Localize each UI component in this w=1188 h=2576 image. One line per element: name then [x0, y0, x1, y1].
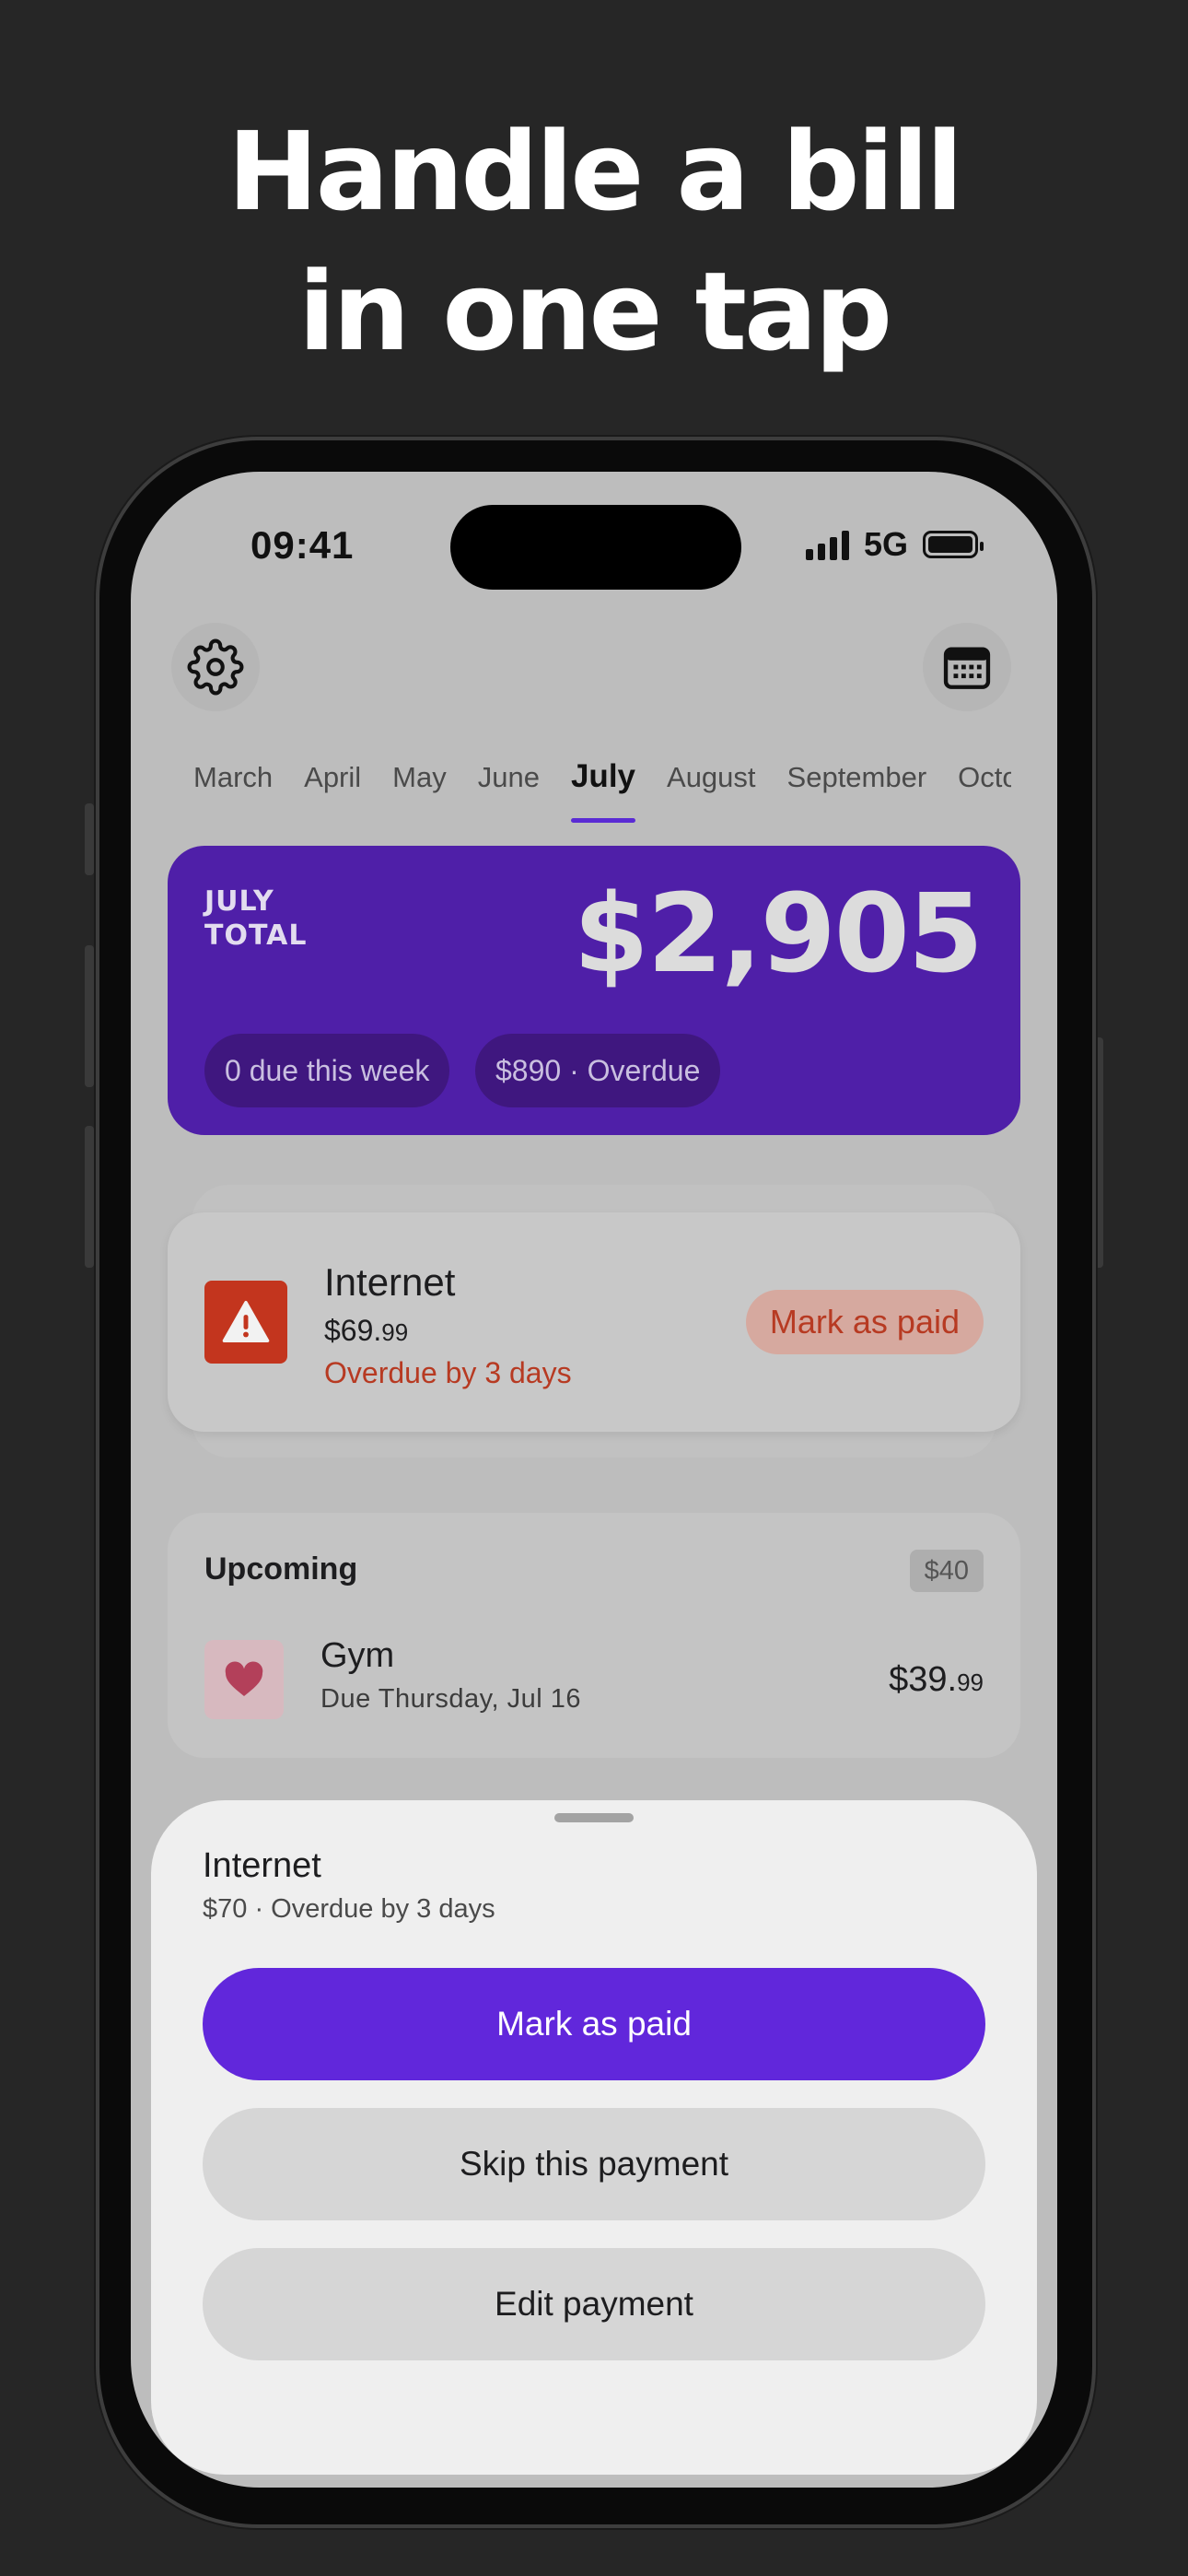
status-time: 09:41: [250, 523, 355, 567]
month-tabs: March April May June July August Septemb…: [193, 761, 1011, 825]
bill-amount: $69.99: [324, 1314, 408, 1348]
bill-overdue-status: Overdue by 3 days: [324, 1356, 572, 1389]
battery-icon: [923, 531, 984, 558]
sheet-subtitle: $70 · Overdue by 3 days: [203, 1894, 495, 1924]
tab-may[interactable]: May: [392, 761, 447, 825]
volume-down-button: [85, 1126, 94, 1268]
bill-amount-main: $69.: [324, 1314, 382, 1347]
bill-icon-box: [204, 1281, 287, 1364]
tab-june[interactable]: June: [478, 761, 540, 825]
upcoming-amount-cents: 99: [957, 1669, 984, 1696]
month-total-card: JULY TOTAL $2,905 0 due this week $890 ·…: [168, 846, 1020, 1135]
volume-up-button: [85, 945, 94, 1087]
heart-icon: [225, 1661, 263, 1696]
tab-july[interactable]: July: [570, 761, 636, 823]
tab-september[interactable]: September: [787, 761, 927, 825]
due-this-week-pill[interactable]: 0 due this week: [204, 1034, 450, 1107]
tab-march[interactable]: March: [193, 761, 273, 825]
gear-icon: [187, 638, 244, 696]
upcoming-section: Upcoming $40 Gym Due Thursday, Jul 16 $3…: [168, 1513, 1020, 1758]
headline: Handle a bill in one tap: [0, 101, 1188, 381]
warning-icon: [222, 1300, 270, 1342]
total-amount: $2,905: [573, 870, 984, 997]
total-label: JULY TOTAL: [204, 884, 307, 953]
network-label: 5G: [863, 525, 908, 563]
overdue-bill-card[interactable]: Internet $69.99 Overdue by 3 days Mark a…: [168, 1212, 1020, 1432]
signal-icon: [805, 529, 849, 560]
bill-action-sheet: Internet $70 · Overdue by 3 days Mark as…: [151, 1800, 1037, 2475]
sheet-title: Internet: [203, 1846, 321, 1885]
mark-as-paid-button[interactable]: Mark as paid: [203, 1968, 985, 2080]
phone-screen: 09:41 5G March April May June July Augus…: [131, 472, 1057, 2488]
silent-switch: [85, 803, 94, 875]
calendar-icon: [943, 647, 991, 689]
headline-line-1: Handle a bill: [227, 108, 963, 235]
tab-april[interactable]: April: [304, 761, 361, 825]
tab-october[interactable]: October: [958, 761, 1011, 825]
total-label-month: JULY: [204, 885, 274, 918]
card-mark-as-paid-button[interactable]: Mark as paid: [745, 1290, 984, 1354]
upcoming-item-due: Due Thursday, Jul 16: [320, 1684, 581, 1714]
dynamic-island: [450, 505, 741, 590]
tab-august[interactable]: August: [667, 761, 756, 825]
edit-payment-button[interactable]: Edit payment: [203, 2248, 985, 2360]
status-indicators: 5G: [805, 525, 984, 564]
bill-amount-cents: 99: [381, 1318, 409, 1346]
bill-name: Internet: [324, 1260, 456, 1304]
sheet-grabber[interactable]: [554, 1813, 634, 1822]
upcoming-item-amount: $39.99: [889, 1660, 984, 1700]
headline-line-2: in one tap: [297, 248, 892, 375]
total-label-total: TOTAL: [204, 919, 308, 952]
gym-icon-box: [204, 1640, 284, 1719]
calendar-button[interactable]: [923, 623, 1011, 711]
settings-button[interactable]: [171, 623, 260, 711]
skip-payment-button[interactable]: Skip this payment: [203, 2108, 985, 2220]
upcoming-total-badge: $40: [909, 1550, 984, 1592]
upcoming-amount-main: $39.: [889, 1660, 958, 1699]
overdue-pill[interactable]: $890 · Overdue: [475, 1034, 721, 1107]
upcoming-title: Upcoming: [204, 1551, 358, 1587]
upcoming-item-name[interactable]: Gym: [320, 1636, 394, 1676]
